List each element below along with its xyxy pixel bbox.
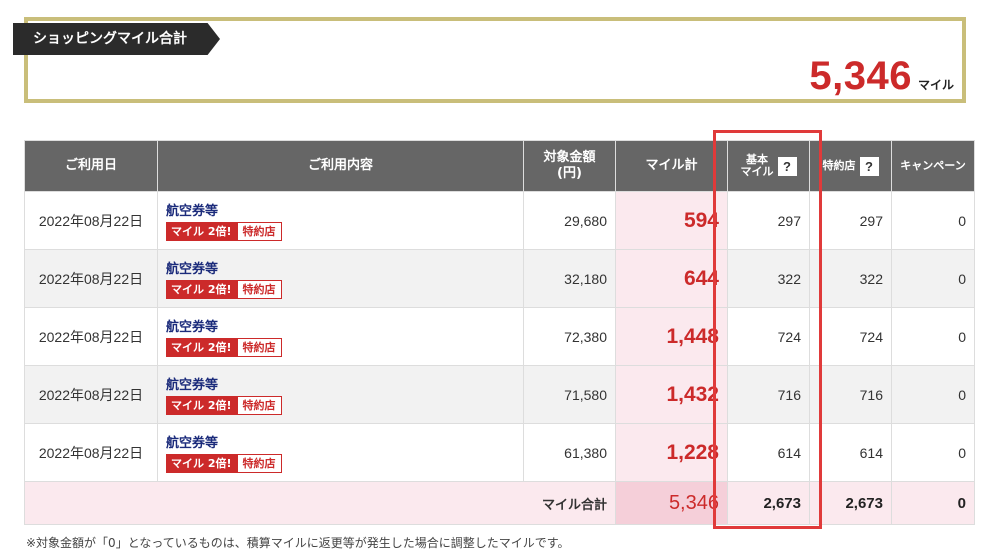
double-miles-badge: マイル 2倍! (166, 396, 237, 415)
partner-store-badge: 特約店 (236, 454, 282, 473)
row-amount: 71,580 (523, 365, 616, 424)
footer-campaign-miles: 0 (891, 481, 975, 525)
header-base-line2: マイル (740, 165, 774, 178)
table-row: 2022年08月22日 航空券等 マイル 2倍! 特約店 72,380 1,448… (24, 307, 975, 366)
row-partner-miles: 716 (809, 365, 892, 424)
row-item-name: 航空券等 (166, 320, 219, 335)
row-content: 航空券等 マイル 2倍! 特約店 (157, 423, 524, 482)
table-row: 2022年08月22日 航空券等 マイル 2倍! 特約店 29,680 594 2… (24, 191, 975, 250)
miles-detail-table: ご利用日 ご利用内容 対象金額 (円) マイル計 基本 マイル ? 特約店 ? … (24, 140, 975, 525)
row-campaign-miles: 0 (891, 307, 975, 366)
row-amount: 61,380 (523, 423, 616, 482)
table-row: 2022年08月22日 航空券等 マイル 2倍! 特約店 32,180 644 3… (24, 249, 975, 308)
row-miles: 594 (615, 191, 728, 250)
footnote: ※対象金額が「0」となっているものは、積算マイルに返更等が発生した場合に調整した… (26, 536, 570, 550)
row-content: 航空券等 マイル 2倍! 特約店 (157, 191, 524, 250)
row-item-name: 航空券等 (166, 204, 219, 219)
row-item-name: 航空券等 (166, 262, 219, 277)
row-date: 2022年08月22日 (24, 249, 158, 308)
header-date: ご利用日 (24, 140, 158, 192)
table-row: 2022年08月22日 航空券等 マイル 2倍! 特約店 71,580 1,432… (24, 365, 975, 424)
row-base-miles: 724 (727, 307, 810, 366)
header-partner-label: 特約店 (822, 159, 856, 172)
row-amount: 72,380 (523, 307, 616, 366)
double-miles-badge: マイル 2倍! (166, 338, 237, 357)
header-campaign: キャンペーン (891, 140, 975, 192)
row-partner-miles: 297 (809, 191, 892, 250)
row-amount: 29,680 (523, 191, 616, 250)
row-item-name: 航空券等 (166, 436, 219, 451)
summary-total: 5,346 マイル (809, 54, 954, 99)
row-campaign-miles: 0 (891, 249, 975, 308)
header-base-miles: 基本 マイル ? (727, 140, 810, 192)
row-partner-miles: 322 (809, 249, 892, 308)
row-content: 航空券等 マイル 2倍! 特約店 (157, 249, 524, 308)
row-date: 2022年08月22日 (24, 307, 158, 366)
header-amount-line1: 対象金額 (543, 150, 596, 165)
table-footer-row: マイル合計 5,346 2,673 2,673 0 (24, 481, 975, 525)
row-partner-miles: 614 (809, 423, 892, 482)
row-miles: 1,448 (615, 307, 728, 366)
double-miles-badge: マイル 2倍! (166, 454, 237, 473)
header-content: ご利用内容 (157, 140, 524, 192)
double-miles-badge: マイル 2倍! (166, 222, 237, 241)
partner-store-badge: 特約店 (236, 338, 282, 357)
table-header-row: ご利用日 ご利用内容 対象金額 (円) マイル計 基本 マイル ? 特約店 ? … (24, 140, 975, 192)
row-base-miles: 614 (727, 423, 810, 482)
summary-total-unit: マイル (917, 78, 954, 92)
row-base-miles: 297 (727, 191, 810, 250)
row-campaign-miles: 0 (891, 365, 975, 424)
footer-partner-miles: 2,673 (809, 481, 892, 525)
partner-store-badge: 特約店 (236, 222, 282, 241)
header-amount: 対象金額 (円) (523, 140, 616, 192)
header-miles: マイル計 (615, 140, 728, 192)
footer-miles: 5,346 (615, 481, 728, 525)
header-partner: 特約店 ? (809, 140, 892, 192)
double-miles-badge: マイル 2倍! (166, 280, 237, 299)
summary-label: ショッピングマイル合計 (13, 23, 220, 55)
row-campaign-miles: 0 (891, 191, 975, 250)
summary-total-value: 5,346 (809, 54, 912, 98)
help-icon-partner[interactable]: ? (859, 156, 879, 176)
help-icon-base[interactable]: ? (777, 156, 797, 176)
row-miles: 644 (615, 249, 728, 308)
row-item-name: 航空券等 (166, 378, 219, 393)
row-content: 航空券等 マイル 2倍! 特約店 (157, 365, 524, 424)
partner-store-badge: 特約店 (236, 280, 282, 299)
row-base-miles: 716 (727, 365, 810, 424)
row-campaign-miles: 0 (891, 423, 975, 482)
row-miles: 1,432 (615, 365, 728, 424)
row-miles: 1,228 (615, 423, 728, 482)
row-date: 2022年08月22日 (24, 191, 158, 250)
row-partner-miles: 724 (809, 307, 892, 366)
footer-label: マイル合計 (24, 481, 616, 525)
row-date: 2022年08月22日 (24, 423, 158, 482)
row-content: 航空券等 マイル 2倍! 特約店 (157, 307, 524, 366)
row-amount: 32,180 (523, 249, 616, 308)
footer-base-miles: 2,673 (727, 481, 810, 525)
header-amount-line2: (円) (557, 166, 582, 181)
row-date: 2022年08月22日 (24, 365, 158, 424)
table-row: 2022年08月22日 航空券等 マイル 2倍! 特約店 61,380 1,228… (24, 423, 975, 482)
partner-store-badge: 特約店 (236, 396, 282, 415)
row-base-miles: 322 (727, 249, 810, 308)
